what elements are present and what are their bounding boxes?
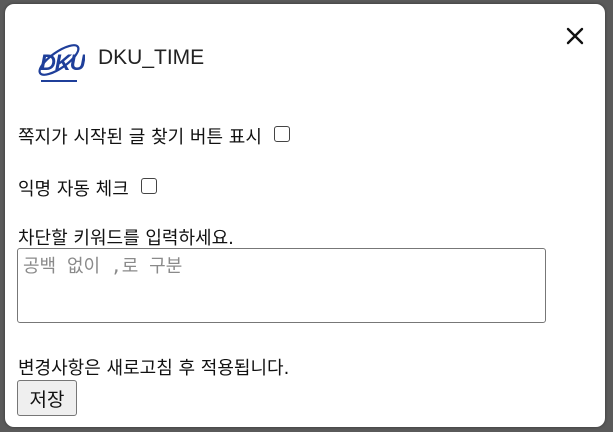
dku-logo: DKU bbox=[38, 44, 85, 82]
show-note-button-label: 쪽지가 시작된 글 찾기 버튼 표시 bbox=[18, 127, 262, 148]
show-note-button-row: 쪽지가 시작된 글 찾기 버튼 표시 bbox=[18, 123, 290, 149]
block-keywords-label: 차단할 키워드를 입력하세요. bbox=[18, 228, 234, 249]
block-keywords-placeholder: 공백 없이 ,로 구분 bbox=[23, 256, 183, 277]
anonymous-check-row: 익명 자동 체크 bbox=[18, 175, 157, 201]
block-keywords-input[interactable]: 공백 없이 ,로 구분 bbox=[17, 248, 546, 323]
save-button[interactable]: 저장 bbox=[17, 380, 77, 416]
anonymous-check-label: 익명 자동 체크 bbox=[18, 179, 129, 200]
close-icon bbox=[566, 27, 584, 45]
refresh-note: 변경사항은 새로고침 후 적용됩니다. bbox=[18, 358, 290, 379]
app-title: DKU_TIME bbox=[98, 46, 205, 69]
close-button[interactable] bbox=[561, 22, 589, 50]
svg-text:DKU: DKU bbox=[40, 50, 85, 75]
settings-dialog: DKU DKU_TIME 쪽지가 시작된 글 찾기 버튼 표시 익명 자동 체크… bbox=[5, 4, 605, 427]
anonymous-check-checkbox[interactable] bbox=[140, 178, 157, 194]
show-note-button-checkbox[interactable] bbox=[273, 126, 290, 142]
